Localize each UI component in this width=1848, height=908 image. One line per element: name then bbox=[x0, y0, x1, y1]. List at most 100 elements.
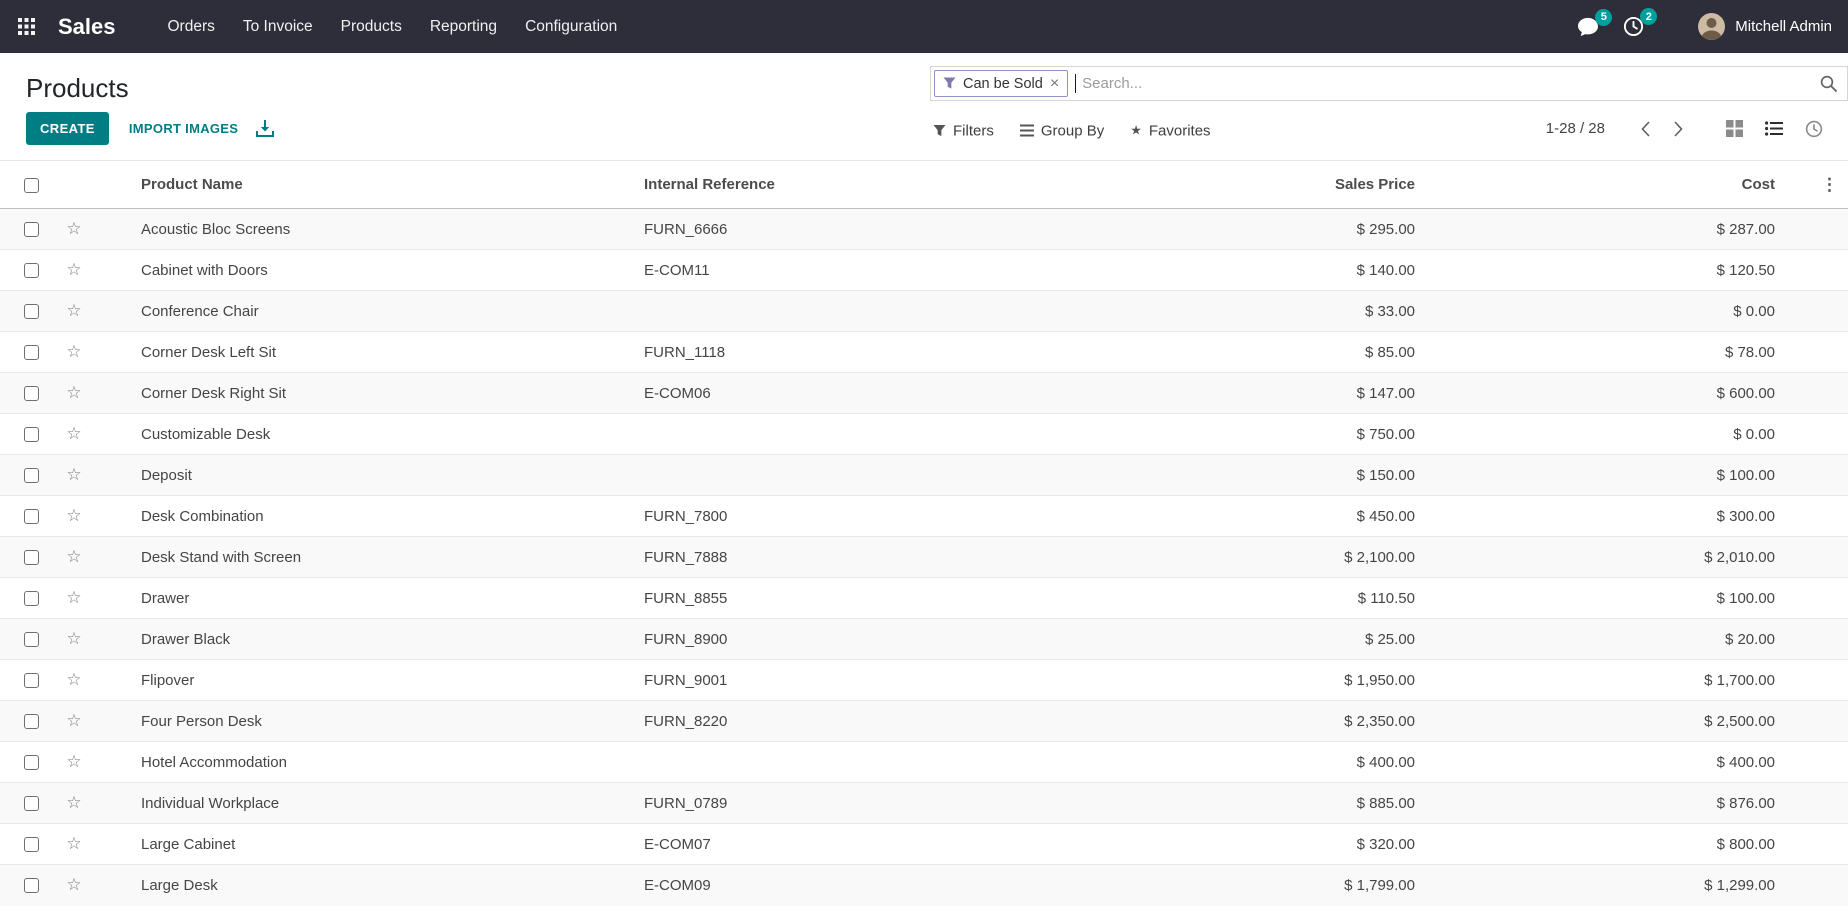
table-row[interactable]: ☆ Individual Workplace FURN_0789 $ 885.0… bbox=[0, 782, 1848, 824]
table-row[interactable]: ☆ Large Desk E-COM09 $ 1,799.00 $ 1,299.… bbox=[0, 864, 1848, 906]
product-name-cell[interactable]: Customizable Desk bbox=[96, 413, 640, 455]
nav-menu-item-to-invoice[interactable]: To Invoice bbox=[229, 0, 327, 53]
internal-reference-cell[interactable] bbox=[640, 290, 1100, 332]
sales-price-cell[interactable]: $ 750.00 bbox=[1100, 413, 1420, 455]
pager-previous-button[interactable] bbox=[1629, 116, 1662, 142]
table-row[interactable]: ☆ Corner Desk Left Sit FURN_1118 $ 85.00… bbox=[0, 331, 1848, 373]
facet-remove-icon[interactable]: × bbox=[1050, 75, 1059, 92]
sales-price-cell[interactable]: $ 85.00 bbox=[1100, 331, 1420, 373]
optional-columns-toggle[interactable]: ⋮ bbox=[1821, 175, 1838, 194]
row-checkbox[interactable] bbox=[24, 345, 39, 361]
internal-reference-cell[interactable]: FURN_8900 bbox=[640, 618, 1100, 660]
messages-button[interactable]: 5 bbox=[1565, 7, 1613, 47]
internal-reference-cell[interactable]: FURN_9001 bbox=[640, 659, 1100, 701]
product-name-cell[interactable]: Large Desk bbox=[96, 864, 640, 906]
cost-cell[interactable]: $ 400.00 bbox=[1420, 741, 1780, 783]
favorite-star-icon[interactable]: ☆ bbox=[66, 670, 81, 689]
app-name[interactable]: Sales bbox=[58, 14, 116, 40]
product-name-cell[interactable]: Deposit bbox=[96, 454, 640, 496]
product-name-cell[interactable]: Drawer bbox=[96, 577, 640, 619]
row-checkbox[interactable] bbox=[24, 468, 39, 484]
cost-cell[interactable]: $ 0.00 bbox=[1420, 413, 1780, 455]
product-name-cell[interactable]: Conference Chair bbox=[96, 290, 640, 332]
row-checkbox[interactable] bbox=[24, 878, 39, 894]
table-row[interactable]: ☆ Hotel Accommodation $ 400.00 $ 400.00 bbox=[0, 741, 1848, 783]
table-row[interactable]: ☆ Cabinet with Doors E-COM11 $ 140.00 $ … bbox=[0, 249, 1848, 291]
nav-menu-item-configuration[interactable]: Configuration bbox=[511, 0, 631, 53]
search-input[interactable] bbox=[1076, 75, 1820, 92]
search-icon[interactable] bbox=[1820, 75, 1837, 92]
sales-price-cell[interactable]: $ 1,799.00 bbox=[1100, 864, 1420, 906]
list-view-button[interactable] bbox=[1754, 116, 1794, 141]
nav-menu-item-orders[interactable]: Orders bbox=[154, 0, 229, 53]
favorite-star-icon[interactable]: ☆ bbox=[66, 260, 81, 279]
select-all-checkbox[interactable] bbox=[24, 177, 39, 193]
cost-cell[interactable]: $ 300.00 bbox=[1420, 495, 1780, 537]
table-row[interactable]: ☆ Desk Combination FURN_7800 $ 450.00 $ … bbox=[0, 495, 1848, 537]
row-checkbox[interactable] bbox=[24, 222, 39, 238]
internal-reference-cell[interactable]: E-COM06 bbox=[640, 372, 1100, 414]
activity-view-button[interactable] bbox=[1794, 115, 1834, 143]
sales-price-cell[interactable]: $ 25.00 bbox=[1100, 618, 1420, 660]
sales-price-cell[interactable]: $ 885.00 bbox=[1100, 782, 1420, 824]
row-checkbox[interactable] bbox=[24, 509, 39, 525]
table-row[interactable]: ☆ Drawer FURN_8855 $ 110.50 $ 100.00 bbox=[0, 577, 1848, 619]
favorite-star-icon[interactable]: ☆ bbox=[66, 711, 81, 730]
row-checkbox[interactable] bbox=[24, 427, 39, 443]
table-row[interactable]: ☆ Corner Desk Right Sit E-COM06 $ 147.00… bbox=[0, 372, 1848, 414]
import-images-button[interactable]: IMPORT IMAGES bbox=[129, 121, 238, 136]
cost-cell[interactable]: $ 0.00 bbox=[1420, 290, 1780, 332]
row-checkbox[interactable] bbox=[24, 755, 39, 771]
table-row[interactable]: ☆ Acoustic Bloc Screens FURN_6666 $ 295.… bbox=[0, 208, 1848, 250]
cost-cell[interactable]: $ 600.00 bbox=[1420, 372, 1780, 414]
row-checkbox[interactable] bbox=[24, 591, 39, 607]
product-name-cell[interactable]: Corner Desk Left Sit bbox=[96, 331, 640, 373]
table-row[interactable]: ☆ Drawer Black FURN_8900 $ 25.00 $ 20.00 bbox=[0, 618, 1848, 660]
cost-cell[interactable]: $ 78.00 bbox=[1420, 331, 1780, 373]
cost-cell[interactable]: $ 876.00 bbox=[1420, 782, 1780, 824]
favorite-star-icon[interactable]: ☆ bbox=[66, 506, 81, 525]
cost-cell[interactable]: $ 800.00 bbox=[1420, 823, 1780, 865]
cost-cell[interactable]: $ 1,700.00 bbox=[1420, 659, 1780, 701]
product-name-cell[interactable]: Desk Stand with Screen bbox=[96, 536, 640, 578]
cost-cell[interactable]: $ 20.00 bbox=[1420, 618, 1780, 660]
internal-reference-cell[interactable]: FURN_6666 bbox=[640, 209, 1100, 250]
create-button[interactable]: CREATE bbox=[26, 112, 109, 145]
search-facet[interactable]: Can be Sold × bbox=[934, 70, 1069, 97]
kanban-view-button[interactable] bbox=[1715, 115, 1754, 142]
sales-price-cell[interactable]: $ 320.00 bbox=[1100, 823, 1420, 865]
apps-menu-icon[interactable] bbox=[0, 0, 52, 53]
sales-price-cell[interactable]: $ 2,350.00 bbox=[1100, 700, 1420, 742]
table-row[interactable]: ☆ Four Person Desk FURN_8220 $ 2,350.00 … bbox=[0, 700, 1848, 742]
sales-price-cell[interactable]: $ 1,950.00 bbox=[1100, 659, 1420, 701]
favorite-star-icon[interactable]: ☆ bbox=[66, 588, 81, 607]
user-menu[interactable]: Mitchell Admin bbox=[1698, 13, 1832, 40]
product-name-cell[interactable]: Four Person Desk bbox=[96, 700, 640, 742]
export-icon[interactable] bbox=[256, 120, 275, 137]
favorite-star-icon[interactable]: ☆ bbox=[66, 424, 81, 443]
favorite-star-icon[interactable]: ☆ bbox=[66, 793, 81, 812]
product-name-cell[interactable]: Corner Desk Right Sit bbox=[96, 372, 640, 414]
favorite-star-icon[interactable]: ☆ bbox=[66, 465, 81, 484]
row-checkbox[interactable] bbox=[24, 796, 39, 812]
column-header-cost[interactable]: Cost bbox=[1420, 160, 1780, 209]
cost-cell[interactable]: $ 120.50 bbox=[1420, 249, 1780, 291]
search-bar[interactable]: Can be Sold × bbox=[930, 66, 1848, 101]
internal-reference-cell[interactable]: E-COM09 bbox=[640, 864, 1100, 906]
cost-cell[interactable]: $ 2,010.00 bbox=[1420, 536, 1780, 578]
cost-cell[interactable]: $ 100.00 bbox=[1420, 454, 1780, 496]
activities-button[interactable]: 2 bbox=[1611, 6, 1658, 47]
group-by-button[interactable]: Group By bbox=[1019, 122, 1104, 139]
favorite-star-icon[interactable]: ☆ bbox=[66, 383, 81, 402]
table-row[interactable]: ☆ Deposit $ 150.00 $ 100.00 bbox=[0, 454, 1848, 496]
table-row[interactable]: ☆ Large Cabinet E-COM07 $ 320.00 $ 800.0… bbox=[0, 823, 1848, 865]
product-name-cell[interactable]: Desk Combination bbox=[96, 495, 640, 537]
internal-reference-cell[interactable]: FURN_7888 bbox=[640, 536, 1100, 578]
internal-reference-cell[interactable]: E-COM07 bbox=[640, 823, 1100, 865]
favorites-button[interactable]: ★ Favorites bbox=[1130, 122, 1210, 139]
internal-reference-cell[interactable]: FURN_1118 bbox=[640, 331, 1100, 373]
row-checkbox[interactable] bbox=[24, 837, 39, 853]
row-checkbox[interactable] bbox=[24, 714, 39, 730]
row-checkbox[interactable] bbox=[24, 550, 39, 566]
favorite-star-icon[interactable]: ☆ bbox=[66, 342, 81, 361]
